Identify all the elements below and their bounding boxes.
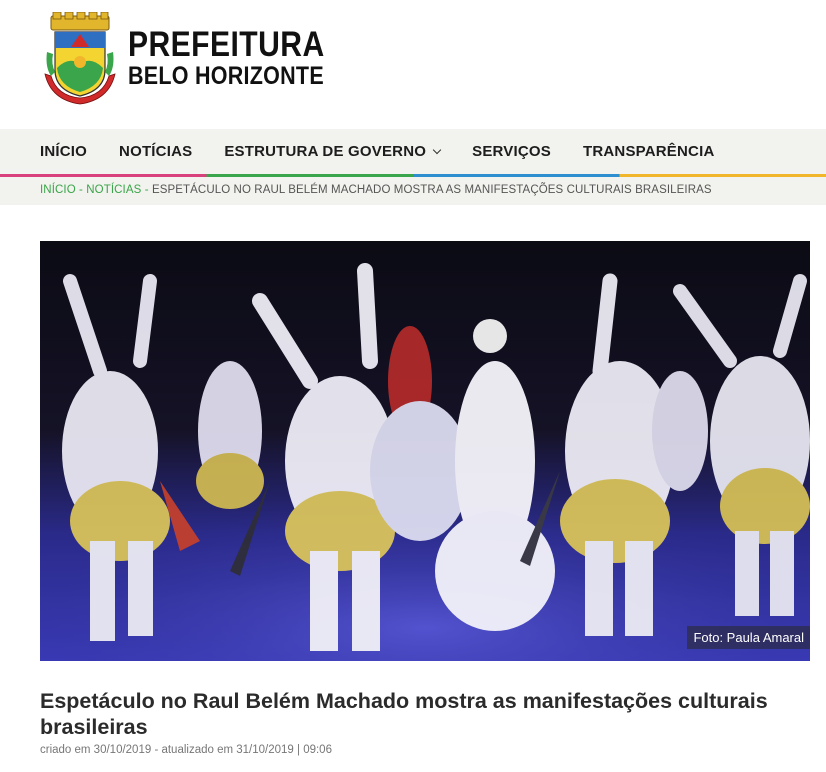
nav-item-servicos[interactable]: SERVIÇOS xyxy=(472,143,551,160)
photo-credit: Foto: Paula Amaral xyxy=(687,626,810,649)
site-logo-text[interactable]: PREFEITURA BELO HORIZONTE xyxy=(128,27,357,90)
logo-line2: BELO HORIZONTE xyxy=(128,62,324,90)
breadcrumb-home-link[interactable]: INÍCIO xyxy=(40,184,76,196)
breadcrumb-current: ESPETÁCULO NO RAUL BELÉM MACHADO MOSTRA … xyxy=(151,184,712,196)
coat-of-arms-icon[interactable] xyxy=(43,11,117,106)
nav-item-label: INÍCIO xyxy=(40,143,88,160)
site-header: PREFEITURA BELO HORIZONTE xyxy=(0,0,826,129)
nav-item-label: NOTÍCIAS xyxy=(119,143,193,160)
article-meta: criado em 30/10/2019 - atualizado em 31/… xyxy=(40,744,332,756)
logo-line1: PREFEITURA xyxy=(128,25,325,64)
chevron-down-icon xyxy=(432,145,442,154)
nav-item-noticias[interactable]: NOTÍCIAS xyxy=(119,143,192,160)
article-title: Espetáculo no Raul Belém Machado mostra … xyxy=(40,689,768,739)
nav-item-transparencia[interactable]: TRANSPARÊNCIA xyxy=(583,143,715,160)
nav-item-label: SERVIÇOS xyxy=(472,143,551,160)
breadcrumb: INÍCIO - NOTÍCIAS - ESPETÁCULO NO RAUL B… xyxy=(40,184,712,196)
nav-item-label: TRANSPARÊNCIA xyxy=(582,143,715,160)
dancers-photo xyxy=(40,241,810,661)
breadcrumb-separator: - xyxy=(141,184,152,196)
breadcrumb-section-link[interactable]: NOTÍCIAS xyxy=(86,184,141,196)
breadcrumb-separator: - xyxy=(75,184,87,196)
main-nav: INÍCIO NOTÍCIAS ESTRUTURA DE GOVERNO SER… xyxy=(40,129,746,174)
article-photo: Foto: Paula Amaral xyxy=(40,241,810,661)
nav-item-inicio[interactable]: INÍCIO xyxy=(40,143,87,160)
nav-item-estrutura-de-governo[interactable]: ESTRUTURA DE GOVERNO xyxy=(224,143,442,160)
nav-item-label: ESTRUTURA DE GOVERNO xyxy=(224,143,427,160)
